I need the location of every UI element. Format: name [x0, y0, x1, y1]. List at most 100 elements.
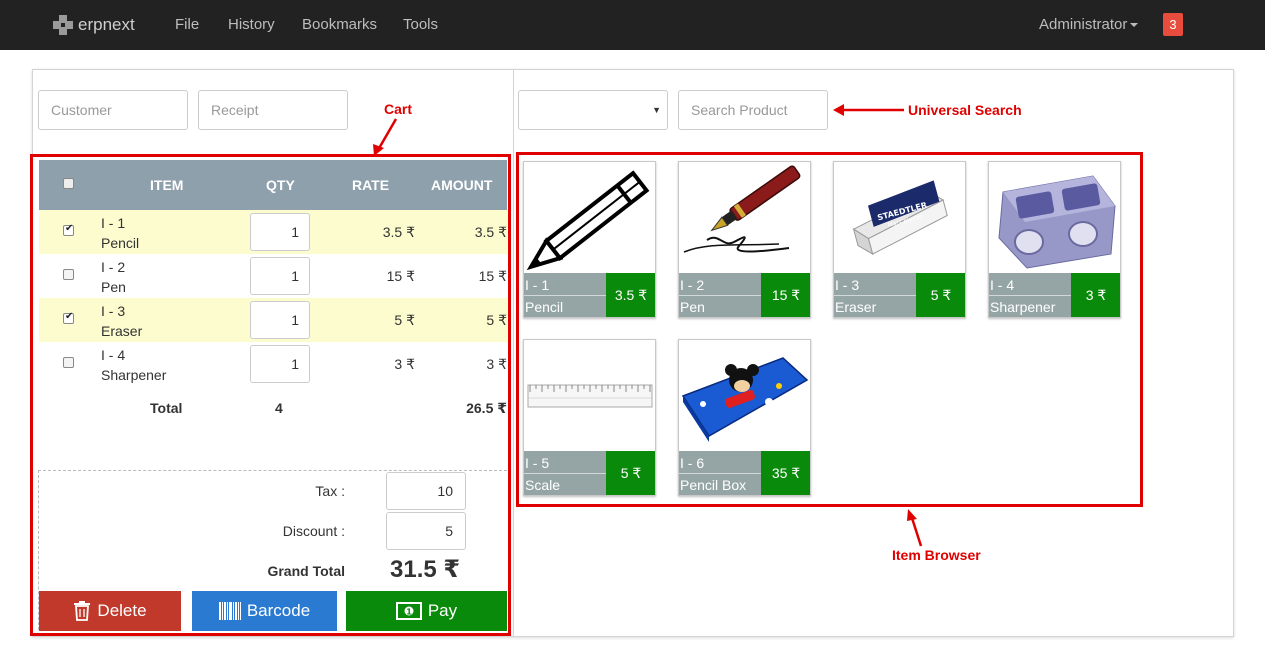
user-name: Administrator — [1039, 16, 1128, 33]
item-rate: 5 ₹ — [394, 312, 415, 328]
barcode-icon — [218, 602, 241, 620]
item-price: 15 ₹ — [761, 273, 810, 317]
item-info: I - 2 Pen — [679, 273, 761, 317]
menu-history[interactable]: History — [228, 16, 275, 33]
item-name: Pen — [680, 299, 705, 315]
total-amount: 26.5 ₹ — [466, 400, 507, 416]
item-card-pen[interactable]: I - 2 Pen 15 ₹ — [678, 161, 811, 318]
cart-arrow-icon — [373, 118, 398, 156]
col-rate: RATE — [352, 177, 390, 193]
item-code: I - 3 — [101, 303, 126, 319]
item-price: 5 ₹ — [606, 451, 655, 495]
cart-table-header: ITEM QTY RATE AMOUNT — [39, 160, 507, 210]
item-name: Scale — [525, 477, 561, 493]
cart-annotation: Cart — [384, 101, 413, 117]
qty-input[interactable]: 1 — [250, 257, 310, 295]
item-code: I - 1 — [101, 215, 126, 231]
search-arrow-icon — [833, 104, 904, 116]
item-browser-annotation: Item Browser — [892, 547, 981, 563]
category-select[interactable]: ▼ — [518, 90, 668, 130]
receipt-input[interactable] — [198, 90, 348, 130]
menu-file[interactable]: File — [175, 16, 199, 33]
dropdown-arrow-icon: ▼ — [652, 105, 661, 115]
item-name: Pencil — [101, 235, 140, 251]
qty-input[interactable]: 1 — [250, 345, 310, 383]
pencil-image — [524, 162, 655, 272]
universal-search-annotation: Universal Search — [908, 102, 1022, 118]
item-card-eraser[interactable]: STAEDTLER Mars plastic I - 3 Eraser 5 ₹ — [833, 161, 966, 318]
item-card-scale[interactable]: I - 5 Scale 5 ₹ — [523, 339, 656, 496]
select-all-checkbox[interactable] — [63, 178, 74, 189]
total-qty: 4 — [275, 400, 283, 416]
item-card-pencil[interactable]: I - 1 Pencil 3.5 ₹ — [523, 161, 656, 318]
customer-input[interactable] — [38, 90, 188, 130]
item-info: I - 1 Pencil — [524, 273, 606, 317]
sharpener-image — [989, 162, 1120, 272]
grand-total-value: 31.5 ₹ — [390, 556, 461, 583]
item-name: Pencil — [525, 299, 564, 315]
item-amount: 3 ₹ — [486, 356, 507, 372]
svg-text:1: 1 — [406, 608, 412, 617]
row-checkbox[interactable] — [63, 357, 74, 368]
delete-label: Delete — [97, 601, 147, 620]
table-row[interactable]: I - 4 Sharpener 1 3 ₹ 3 ₹ — [39, 342, 507, 386]
item-amount: 15 ₹ — [478, 268, 507, 284]
menu-bookmarks[interactable]: Bookmarks — [302, 16, 377, 33]
cart-total-row: Total 4 26.5 ₹ — [39, 386, 507, 430]
menu-tools[interactable]: Tools — [403, 16, 438, 33]
table-row[interactable]: I - 2 Pen 1 15 ₹ 15 ₹ — [39, 254, 507, 298]
eraser-image: STAEDTLER Mars plastic — [834, 162, 965, 272]
notification-badge[interactable]: 3 — [1163, 13, 1183, 36]
delete-button[interactable]: Delete — [39, 591, 181, 631]
user-menu[interactable]: Administrator — [1039, 16, 1139, 33]
scale-image — [524, 340, 655, 450]
grand-total-label: Grand Total — [267, 563, 345, 579]
item-price: 35 ₹ — [761, 451, 810, 495]
barcode-button[interactable]: Barcode — [192, 591, 337, 631]
erpnext-logo-icon — [53, 15, 73, 35]
row-checkbox[interactable] — [63, 311, 74, 324]
qty-input[interactable]: 1 — [250, 213, 310, 251]
item-name: Pen — [101, 279, 126, 295]
chevron-down-icon — [1130, 23, 1139, 28]
item-name: Sharpener — [990, 299, 1056, 315]
top-navbar: erpnext File History Bookmarks Tools Adm… — [0, 0, 1265, 50]
discount-input[interactable]: 5 — [386, 512, 466, 550]
item-code: I - 3 — [835, 277, 860, 293]
item-name: Sharpener — [101, 367, 167, 383]
pay-label: Pay — [427, 601, 458, 620]
item-browser-arrow-icon — [907, 509, 923, 547]
barcode-label: Barcode — [246, 601, 311, 620]
money-icon: 1 — [395, 602, 422, 620]
item-amount: 3.5 ₹ — [474, 224, 507, 240]
item-price: 3 ₹ — [1071, 273, 1120, 317]
item-info: I - 6 Pencil Box — [679, 451, 761, 495]
qty-input[interactable]: 1 — [250, 301, 310, 339]
item-code: I - 2 — [101, 259, 126, 275]
col-amount: AMOUNT — [431, 177, 493, 193]
col-item: ITEM — [150, 177, 184, 193]
item-price: 5 ₹ — [916, 273, 965, 317]
item-code: I - 6 — [680, 455, 705, 471]
item-card-sharpener[interactable]: I - 4 Sharpener 3 ₹ — [988, 161, 1121, 318]
item-info: I - 4 Sharpener — [989, 273, 1071, 317]
item-code: I - 2 — [680, 277, 705, 293]
item-name: Eraser — [835, 299, 877, 315]
table-row[interactable]: I - 3 Eraser 1 5 ₹ 5 ₹ — [39, 298, 507, 342]
item-card-pencil-box[interactable]: I - 6 Pencil Box 35 ₹ — [678, 339, 811, 496]
panel-divider — [513, 69, 514, 637]
trash-icon — [74, 601, 91, 621]
item-info: I - 5 Scale — [524, 451, 606, 495]
item-code: I - 5 — [525, 455, 550, 471]
table-row[interactable]: I - 1 Pencil 1 3.5 ₹ 3.5 ₹ — [39, 210, 507, 254]
pencil-box-image — [679, 340, 810, 450]
search-product-input[interactable] — [678, 90, 828, 130]
pay-button[interactable]: 1 Pay — [346, 591, 507, 631]
discount-label: Discount : — [282, 523, 345, 539]
tax-input[interactable]: 10 — [386, 472, 466, 510]
row-checkbox[interactable] — [63, 269, 74, 280]
row-checkbox[interactable] — [63, 223, 74, 236]
brand-logo[interactable]: erpnext — [52, 13, 135, 37]
item-info: I - 3 Eraser — [834, 273, 916, 317]
item-price: 3.5 ₹ — [606, 273, 655, 317]
